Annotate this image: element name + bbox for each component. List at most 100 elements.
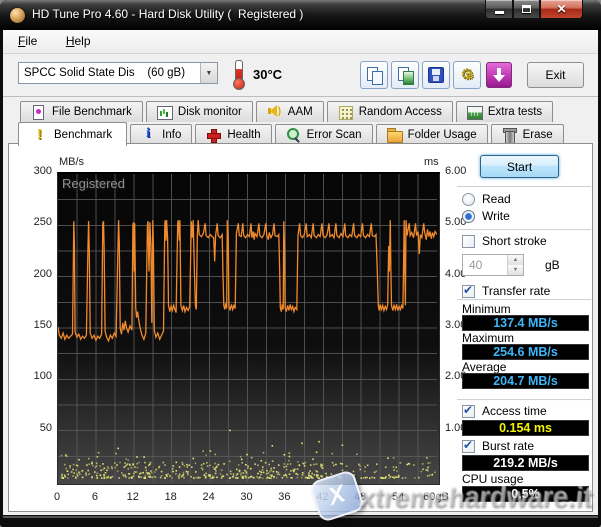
- tab-label: AAM: [287, 106, 313, 118]
- drive-select[interactable]: SPCC Solid State Dis (60 gB) ▼: [18, 62, 218, 84]
- tab-disk-monitor[interactable]: Disk monitor: [145, 101, 253, 122]
- tab-aam[interactable]: ) AAM: [255, 101, 324, 122]
- copy-image-button[interactable]: [391, 61, 419, 89]
- info-icon: [141, 126, 156, 142]
- checkbox-checked-icon: [462, 438, 475, 453]
- axis-tick: 24: [202, 491, 215, 503]
- minimize-icon: [494, 10, 504, 14]
- short-stroke-label: Short stroke: [482, 234, 547, 248]
- file-benchmark-icon: [31, 105, 46, 120]
- average-label: Average: [462, 360, 507, 374]
- aam-icon: ): [267, 105, 282, 119]
- window-bottom-edge: [3, 516, 598, 518]
- tab-random-access[interactable]: Random Access: [326, 101, 453, 122]
- maximum-label: Maximum: [462, 331, 515, 345]
- save-button[interactable]: [422, 61, 450, 89]
- tab-folder-usage[interactable]: Folder Usage: [375, 124, 488, 145]
- separator: [457, 186, 591, 188]
- window-title: HD Tune Pro 4.60 - Hard Disk Utility ( R…: [32, 7, 304, 21]
- tab-extra-tests[interactable]: Extra tests: [455, 101, 554, 122]
- tab-error-scan[interactable]: Error Scan: [274, 124, 373, 145]
- save-icon: [428, 67, 444, 83]
- drive-select-value: SPCC Solid State Dis (60 gB): [24, 67, 186, 79]
- capacity-value: 40: [469, 258, 483, 272]
- disk-monitor-icon: [156, 105, 173, 120]
- erase-icon: [502, 128, 517, 144]
- stepper-down-icon[interactable]: ▼: [508, 265, 523, 275]
- tab-label: Benchmark: [54, 128, 113, 141]
- maximize-button[interactable]: [513, 0, 540, 19]
- titlebar[interactable]: HD Tune Pro 4.60 - Hard Disk Utility ( R…: [0, 0, 601, 30]
- close-button[interactable]: ✕: [540, 0, 583, 19]
- left-axis-unit: MB/s: [59, 156, 85, 168]
- transfer-rate-checkbox[interactable]: Transfer rate: [462, 283, 550, 298]
- menu-file[interactable]: File: [9, 30, 46, 48]
- short-stroke-checkbox[interactable]: Short stroke: [462, 234, 547, 248]
- axis-tick: 36: [278, 491, 291, 503]
- average-value: 204.7 MB/s: [462, 373, 589, 389]
- tab-erase[interactable]: Erase: [490, 124, 564, 145]
- tab-label: Random Access: [358, 106, 442, 118]
- access-time-label: Access time: [482, 404, 547, 418]
- stepper-up-icon[interactable]: ▲: [508, 255, 523, 265]
- tab-benchmark[interactable]: Benchmark: [18, 122, 128, 146]
- axis-tick: 250: [33, 216, 52, 229]
- menu-help[interactable]: Help: [57, 30, 100, 48]
- radio-selected-icon: [462, 209, 475, 223]
- tab-label: Error Scan: [306, 129, 362, 141]
- temperature-label: 30°C: [253, 67, 283, 82]
- exit-button[interactable]: Exit: [527, 62, 584, 88]
- health-icon: [206, 128, 222, 143]
- axis-tick: 50: [39, 421, 52, 434]
- tab-label: Extra tests: [487, 106, 543, 118]
- axis-tick: 6.00: [445, 165, 467, 177]
- capacity-unit-label: gB: [545, 258, 560, 272]
- axis-tick: 30: [240, 491, 253, 503]
- tab-file-benchmark[interactable]: File Benchmark: [20, 101, 143, 122]
- menu-bar: File Help: [3, 30, 598, 54]
- minimum-value: 137.4 MB/s: [462, 315, 589, 331]
- axis-tick: 200: [33, 267, 52, 280]
- arrow-down-icon: [493, 68, 505, 82]
- checkbox-checked-icon: [462, 283, 475, 298]
- tab-label: Erase: [522, 129, 553, 141]
- tab-label: Folder Usage: [407, 129, 477, 141]
- extra-tests-icon: [466, 105, 483, 120]
- write-radio[interactable]: Write: [462, 209, 510, 223]
- maximize-icon: [522, 5, 531, 13]
- gear-icon: ⚙: [458, 66, 476, 86]
- right-axis-unit: ms: [424, 156, 439, 168]
- options-button[interactable]: ⚙: [453, 61, 481, 89]
- tab-row-secondary: File Benchmark Disk monitor) AAM Random Acc…: [20, 101, 554, 122]
- tab-label: File Benchmark: [52, 106, 132, 118]
- registered-watermark: Registered: [62, 176, 125, 191]
- minimize-button[interactable]: [485, 0, 513, 19]
- copy-text-button[interactable]: [360, 61, 388, 89]
- access-time-checkbox[interactable]: Access time: [462, 403, 547, 418]
- maximum-value: 254.6 MB/s: [462, 344, 589, 360]
- checkbox-icon: [462, 234, 475, 248]
- tab-label: Disk monitor: [177, 106, 242, 118]
- site-watermark-text: xtremehardware.it: [358, 482, 595, 512]
- stepper-buttons[interactable]: ▲ ▼: [507, 255, 523, 275]
- axis-tick: 100: [33, 370, 52, 383]
- write-radio-label: Write: [482, 209, 510, 223]
- burst-rate-checkbox[interactable]: Burst rate: [462, 438, 534, 453]
- folder-usage-icon: [386, 128, 403, 143]
- copy-icon: [366, 66, 383, 85]
- close-icon: ✕: [556, 2, 567, 16]
- tab-info[interactable]: Info: [130, 124, 193, 145]
- access-time-value: 0.154 ms: [462, 420, 589, 436]
- capacity-stepper[interactable]: 40 ▲ ▼: [462, 254, 524, 276]
- tab-label: Info: [162, 129, 182, 141]
- toolbar: SPCC Solid State Dis (60 gB) ▼ 30°C ⚙ Ex…: [3, 55, 598, 97]
- copy-image-icon: [397, 66, 414, 85]
- chevron-down-icon[interactable]: ▼: [200, 63, 217, 83]
- separator: [457, 229, 591, 231]
- tab-health[interactable]: Health: [195, 124, 272, 145]
- error-scan-icon: [286, 128, 301, 142]
- axis-tick: 6: [91, 491, 98, 503]
- update-button[interactable]: [486, 62, 512, 88]
- start-button[interactable]: Start: [480, 155, 559, 178]
- read-radio[interactable]: Read: [462, 192, 511, 206]
